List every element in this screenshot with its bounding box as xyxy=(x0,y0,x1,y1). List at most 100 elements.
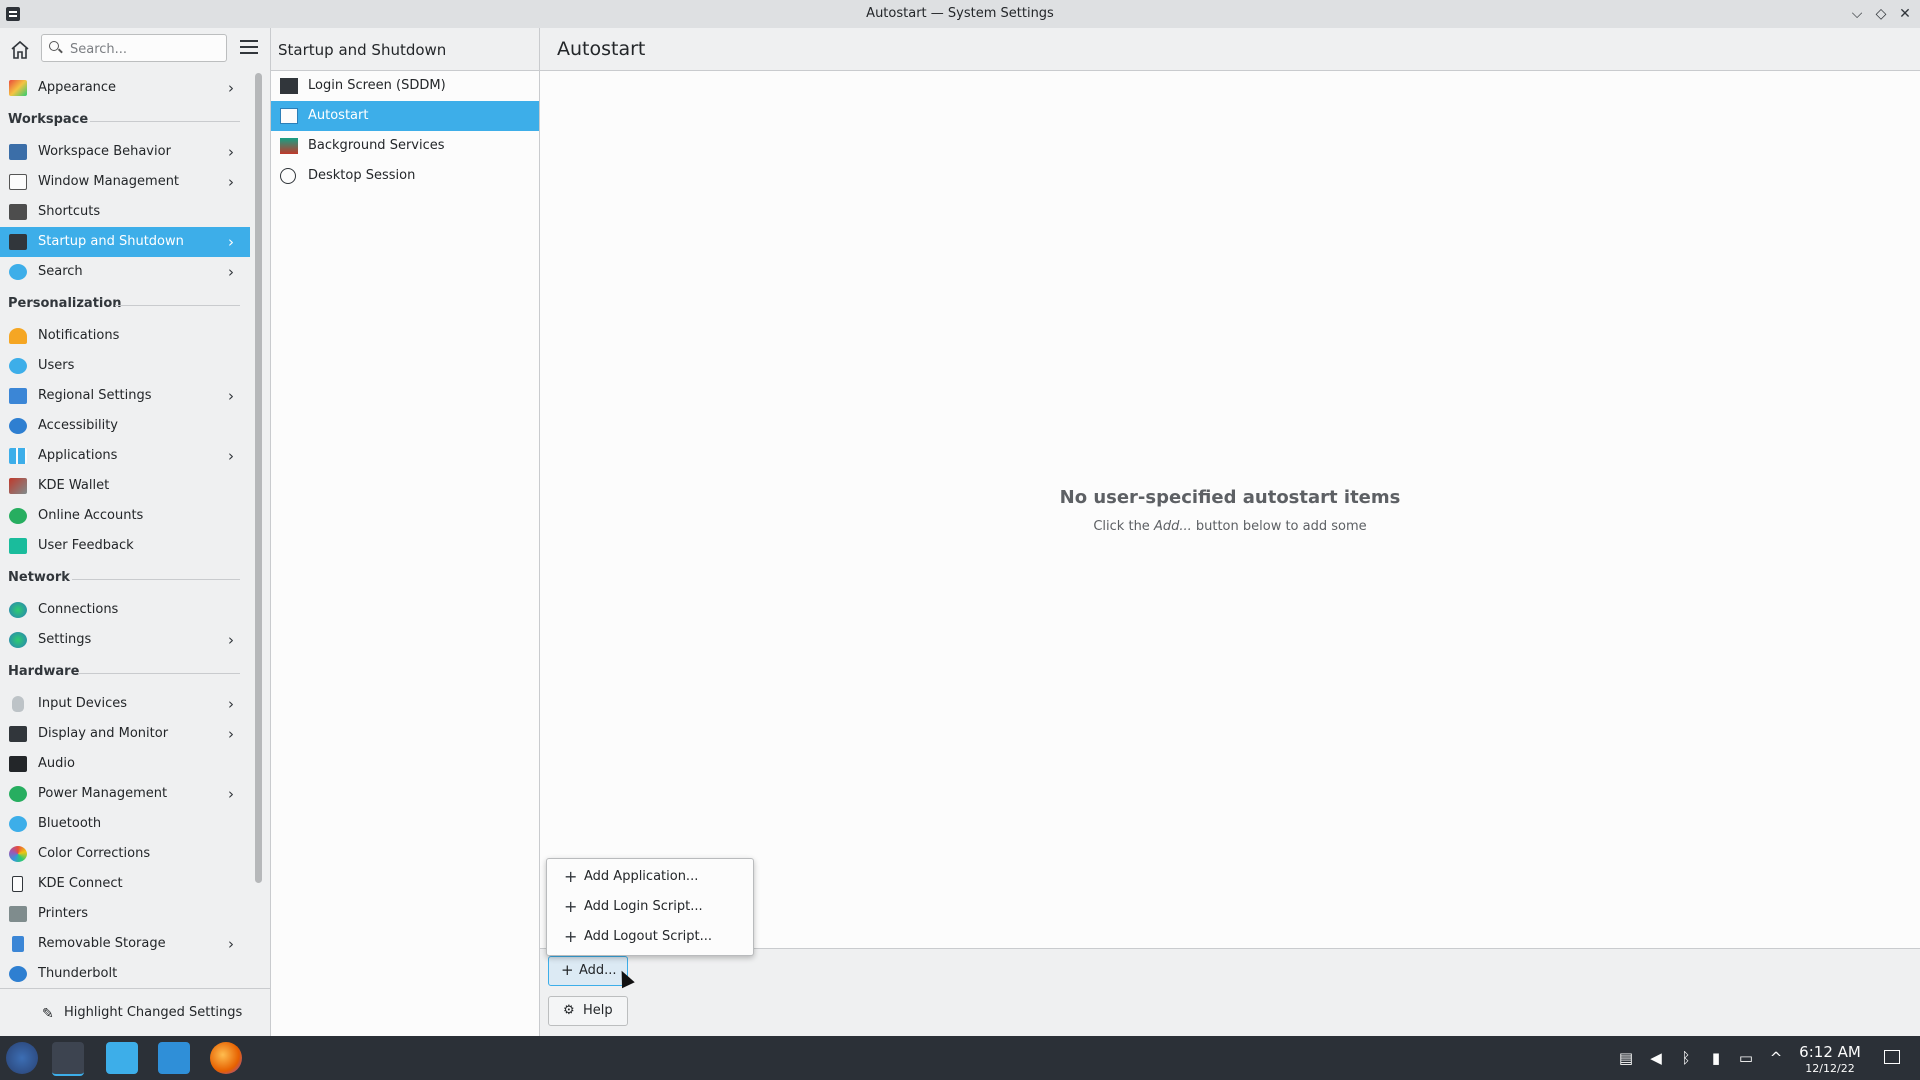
title-bar: Autostart — System Settings ⌵ ◇ ✕ xyxy=(0,0,1920,29)
sidebar-item-network-settings[interactable]: Settings › xyxy=(0,625,250,655)
subpane-header: Startup and Shutdown xyxy=(271,28,539,71)
accessibility-icon xyxy=(9,418,27,434)
removable-storage-tray-icon[interactable]: ▮ xyxy=(1707,1049,1725,1067)
digital-clock[interactable]: 6:12 AM 12/12/22 xyxy=(1790,1043,1870,1075)
sidebar-item-thunderbolt[interactable]: Thunderbolt xyxy=(0,959,250,989)
sidebar-item-online-accounts[interactable]: Online Accounts xyxy=(0,501,250,531)
sidebar-item-shortcuts[interactable]: Shortcuts xyxy=(0,197,250,227)
page-footer: + Add... ⚙ Help xyxy=(540,948,1920,1037)
sidebar-item-color-corrections[interactable]: Color Corrections xyxy=(0,839,250,869)
subpane-item-login-screen[interactable]: Login Screen (SDDM) xyxy=(271,71,539,101)
printer-icon xyxy=(9,906,27,922)
section-header-personalization: Personalization xyxy=(8,296,122,311)
mouse-icon xyxy=(12,696,24,712)
sidebar-scrollbar[interactable] xyxy=(255,73,262,883)
clock-date: 12/12/22 xyxy=(1805,1062,1855,1075)
volume-icon[interactable]: ◀ xyxy=(1647,1049,1665,1067)
sidebar-item-removable-storage[interactable]: Removable Storage › xyxy=(0,929,250,959)
bell-icon xyxy=(9,328,27,344)
menu-item-add-application[interactable]: + Add Application... xyxy=(547,862,753,892)
add-button[interactable]: + Add... xyxy=(548,956,628,986)
chevron-right-icon: › xyxy=(228,725,234,743)
sidebar-item-workspace-behavior[interactable]: Workspace Behavior › xyxy=(0,137,250,167)
online-accounts-icon xyxy=(9,508,27,524)
subpane-item-desktop-session[interactable]: Desktop Session xyxy=(271,161,539,191)
sidebar-item-display-and-monitor[interactable]: Display and Monitor › xyxy=(0,719,250,749)
sidebar-item-regional-settings[interactable]: Regional Settings › xyxy=(0,381,250,411)
system-settings-task-icon[interactable] xyxy=(52,1042,84,1076)
close-button[interactable]: ✕ xyxy=(1895,4,1915,24)
sidebar-item-user-feedback[interactable]: User Feedback xyxy=(0,531,250,561)
section-divider xyxy=(78,673,240,674)
bluetooth-icon xyxy=(9,816,27,832)
search-icon xyxy=(49,41,59,51)
maximize-button[interactable]: ◇ xyxy=(1871,4,1891,24)
plus-icon: + xyxy=(564,867,578,886)
discover-icon[interactable] xyxy=(106,1042,138,1074)
monitor-icon xyxy=(9,726,27,742)
section-header-network: Network xyxy=(8,570,70,585)
menu-item-add-logout-script[interactable]: + Add Logout Script... xyxy=(547,922,753,952)
globe-icon xyxy=(9,602,27,618)
power-icon xyxy=(9,786,27,802)
chevron-up-icon[interactable]: ^ xyxy=(1767,1049,1785,1067)
sidebar-item-notifications[interactable]: Notifications xyxy=(0,321,250,351)
sidebar-item-input-devices[interactable]: Input Devices › xyxy=(0,689,250,719)
clock-time: 6:12 AM xyxy=(1799,1043,1861,1061)
search-input[interactable] xyxy=(68,39,222,59)
highlight-changed-settings-button[interactable]: ✎ Highlight Changed Settings xyxy=(0,988,270,1036)
sidebar-item-search[interactable]: Search › xyxy=(0,257,250,287)
search-field[interactable] xyxy=(41,34,227,62)
help-button[interactable]: ⚙ Help xyxy=(548,996,628,1026)
plus-icon: + xyxy=(564,897,578,916)
chevron-right-icon: › xyxy=(228,447,234,465)
home-icon[interactable] xyxy=(8,38,32,62)
chevron-right-icon: › xyxy=(228,263,234,281)
appearance-icon xyxy=(9,80,27,96)
chevron-right-icon: › xyxy=(228,143,234,161)
sidebar-item-window-management[interactable]: Window Management › xyxy=(0,167,250,197)
hamburger-menu-icon[interactable] xyxy=(240,40,258,54)
minimize-button[interactable]: ⌵ xyxy=(1847,4,1867,24)
subcategory-pane: Startup and Shutdown Login Screen (SDDM)… xyxy=(270,28,540,1036)
applications-grid-icon xyxy=(9,448,27,464)
chevron-right-icon: › xyxy=(228,785,234,803)
sidebar-item-audio[interactable]: Audio xyxy=(0,749,250,779)
sidebar-toolbar xyxy=(0,28,270,72)
sidebar-item-kde-connect[interactable]: KDE Connect xyxy=(0,869,250,899)
fedora-launcher-icon[interactable] xyxy=(6,1042,38,1074)
desktop-session-icon xyxy=(280,168,296,184)
thunderbolt-icon xyxy=(9,966,27,982)
window-title: Autostart — System Settings xyxy=(866,6,1054,21)
empty-state-title: No user-specified autostart items xyxy=(1059,487,1401,508)
taskbar: ▤ ◀ ᛒ ▮ ▭ ^ 6:12 AM 12/12/22 xyxy=(0,1036,1920,1080)
show-desktop-icon[interactable] xyxy=(1884,1050,1900,1064)
sidebar-item-power-management[interactable]: Power Management › xyxy=(0,779,250,809)
phone-icon xyxy=(12,876,23,892)
sidebar-item-appearance[interactable]: Appearance › xyxy=(0,73,250,103)
section-header-workspace: Workspace xyxy=(8,112,89,127)
sidebar-item-kde-wallet[interactable]: KDE Wallet xyxy=(0,471,250,501)
sidebar-item-printers[interactable]: Printers xyxy=(0,899,250,929)
sidebar-item-users[interactable]: Users xyxy=(0,351,250,381)
sidebar-item-accessibility[interactable]: Accessibility xyxy=(0,411,250,441)
add-menu-popup: + Add Application... + Add Login Script.… xyxy=(546,858,754,956)
firefox-icon[interactable] xyxy=(210,1042,242,1074)
login-screen-icon xyxy=(280,78,298,94)
sidebar-item-bluetooth[interactable]: Bluetooth xyxy=(0,809,250,839)
file-manager-icon[interactable] xyxy=(158,1042,190,1074)
clipboard-icon[interactable]: ▤ xyxy=(1617,1049,1635,1067)
subpane-item-autostart[interactable]: Autostart xyxy=(271,101,539,131)
network-tray-icon[interactable]: ▭ xyxy=(1737,1049,1755,1067)
sidebar-item-connections[interactable]: Connections xyxy=(0,595,250,625)
section-divider xyxy=(90,121,240,122)
sidebar-item-startup-and-shutdown[interactable]: Startup and Shutdown › xyxy=(0,227,250,257)
sidebar-item-applications[interactable]: Applications › xyxy=(0,441,250,471)
bluetooth-tray-icon[interactable]: ᛒ xyxy=(1677,1049,1695,1067)
page-title: Autostart xyxy=(557,38,646,60)
subpane-item-background-services[interactable]: Background Services xyxy=(271,131,539,161)
menu-item-add-login-script[interactable]: + Add Login Script... xyxy=(547,892,753,922)
content-header: Autostart xyxy=(540,28,1920,71)
speaker-icon xyxy=(9,756,27,772)
usb-drive-icon xyxy=(12,936,24,952)
